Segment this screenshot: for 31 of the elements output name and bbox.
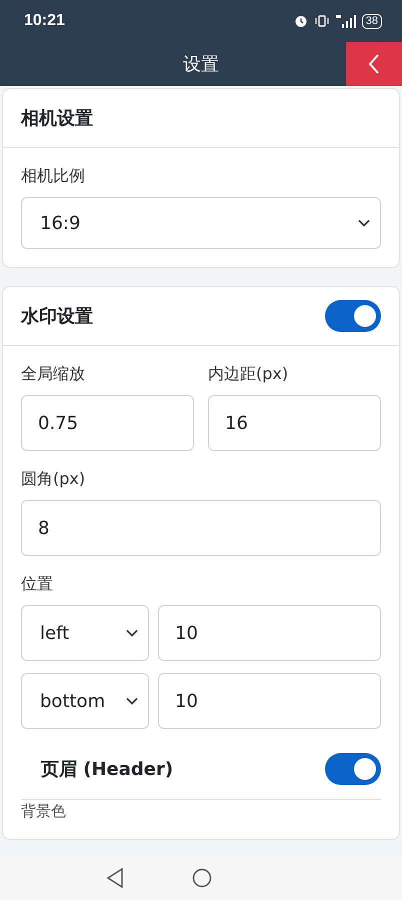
card-title: 相机设置 [21, 107, 93, 130]
caret-icon [358, 219, 370, 227]
field-label: 位置 [21, 574, 54, 595]
battery-level: 38 [362, 14, 382, 28]
input-field[interactable]: 0.75 [21, 395, 194, 451]
status-time: 10:21 [24, 12, 65, 30]
input-field[interactable]: 8 [21, 500, 381, 556]
chevron-left-icon [367, 53, 381, 75]
back-icon[interactable] [106, 868, 124, 888]
position-select[interactable]: bottom [21, 673, 149, 729]
field-label: 全局缩放 [21, 364, 86, 385]
alarm-icon [294, 14, 308, 28]
field-label: 圆角(px) [21, 469, 86, 490]
caret-icon [126, 629, 138, 637]
input-field[interactable]: 10 [158, 673, 381, 729]
caret-icon [126, 697, 138, 705]
field-label: 背景色 [21, 802, 67, 821]
field-label: 内边距(px) [208, 364, 290, 385]
signal-icon [336, 14, 356, 28]
vibrate-icon [314, 14, 330, 28]
position-select[interactable]: left [21, 605, 149, 661]
card-title: 水印设置 [21, 305, 93, 328]
home-icon[interactable] [192, 868, 212, 888]
field-label: 相机比例 [21, 166, 86, 187]
ratio-select[interactable]: 16:9 [21, 197, 381, 249]
toggle-switch[interactable] [325, 300, 381, 332]
section-title: 页眉 (Header) [41, 758, 174, 781]
toggle-switch[interactable] [325, 753, 381, 785]
input-field[interactable]: 16 [208, 395, 381, 451]
input-field[interactable]: 10 [158, 605, 381, 661]
page-title: 设置 [183, 53, 219, 76]
